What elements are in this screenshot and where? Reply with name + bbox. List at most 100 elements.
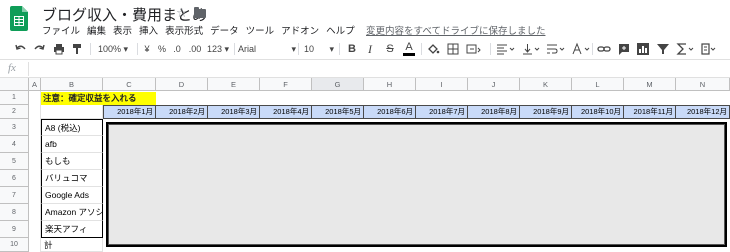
undo-icon[interactable] — [14, 42, 28, 56]
chart-icon[interactable] — [636, 42, 650, 56]
column-header-n[interactable]: N — [676, 78, 730, 91]
percent-button[interactable]: % — [157, 42, 167, 56]
row-header-2[interactable]: 2 — [0, 105, 29, 119]
row-label-cell[interactable]: Amazon アソシ — [41, 204, 103, 221]
menu-tools[interactable]: ツール — [246, 23, 275, 37]
row-header-3[interactable]: 3 — [0, 119, 29, 136]
column-header-a[interactable]: A — [29, 78, 41, 91]
column-header-j[interactable]: J — [468, 78, 520, 91]
increase-decimal-button[interactable]: .00 — [187, 42, 203, 56]
bold-button[interactable]: B — [346, 42, 358, 56]
zoom-value: 100% — [97, 44, 121, 54]
toolbar-divider — [90, 43, 91, 55]
column-header-h[interactable]: H — [364, 78, 416, 91]
note-cell[interactable]: 注意：確定収益を入れる — [41, 92, 156, 105]
menu-bar: ファイル 編集 表示 挿入 表示形式 データ ツール アドオン ヘルプ — [42, 23, 362, 37]
merge-cells-icon[interactable] — [466, 42, 482, 56]
month-header-cell[interactable]: 2018年3月 — [208, 105, 260, 119]
menu-format[interactable]: 表示形式 — [165, 23, 203, 37]
comment-icon[interactable] — [617, 42, 631, 56]
row-label-cell[interactable]: もしも — [41, 153, 103, 170]
total-label-cell[interactable]: 計 — [41, 238, 103, 252]
month-header-cell[interactable]: 2018年8月 — [468, 105, 520, 119]
row-header-1[interactable]: 1 — [0, 91, 29, 105]
paint-format-icon[interactable] — [70, 42, 84, 56]
month-header-cell[interactable]: 2018年1月 — [103, 105, 156, 119]
redo-icon[interactable] — [32, 42, 46, 56]
month-header-cell[interactable]: 2018年10月 — [572, 105, 624, 119]
vertical-align-icon[interactable] — [521, 42, 541, 56]
more-formats-button[interactable]: 123 ▾ — [206, 42, 230, 56]
fx-label: fx — [8, 62, 16, 74]
row-label-cell[interactable]: A8 (税込) — [41, 119, 103, 136]
menu-addons[interactable]: アドオン — [281, 23, 319, 37]
column-header-l[interactable]: L — [572, 78, 624, 91]
column-header-e[interactable]: E — [208, 78, 260, 91]
filter-icon[interactable] — [656, 42, 670, 56]
text-wrap-icon[interactable] — [546, 42, 566, 56]
month-header-cell[interactable]: 2018年2月 — [156, 105, 208, 119]
print-icon[interactable] — [52, 42, 66, 56]
month-header-cell[interactable]: 2018年11月 — [624, 105, 676, 119]
month-header-cell[interactable]: 2018年5月 — [312, 105, 364, 119]
column-header-d[interactable]: D — [156, 78, 208, 91]
column-header-g[interactable]: G — [312, 78, 364, 91]
row-header-4[interactable]: 4 — [0, 136, 29, 153]
link-icon[interactable] — [597, 42, 611, 56]
row-label-cell[interactable]: バリュコマ — [41, 170, 103, 187]
row-label-cell[interactable]: Google Ads — [41, 187, 103, 204]
row-label-cell[interactable]: afb — [41, 136, 103, 153]
row-label-cell[interactable]: 楽天アフィ — [41, 221, 103, 238]
row-header-7[interactable]: 7 — [0, 187, 29, 204]
functions-icon[interactable] — [676, 42, 696, 56]
header-corner-cell[interactable] — [41, 105, 103, 119]
borders-icon[interactable] — [446, 42, 460, 56]
menu-help[interactable]: ヘルプ — [326, 23, 355, 37]
menu-file[interactable]: ファイル — [42, 23, 80, 37]
toolbar: 100% ▾ ¥ % .0 .00 123 ▾ Arial ▾ 10 ▾ B I… — [0, 38, 730, 60]
toolbar-divider — [592, 43, 593, 55]
input-tools-icon[interactable] — [701, 42, 717, 56]
text-color-button[interactable]: A — [403, 42, 415, 56]
month-header-cell[interactable]: 2018年9月 — [520, 105, 572, 119]
strikethrough-button[interactable]: S — [384, 42, 396, 56]
star-icon[interactable]: ☆ — [176, 5, 188, 21]
fill-color-icon[interactable] — [426, 42, 440, 56]
currency-button[interactable]: ¥ — [142, 42, 152, 56]
menu-edit[interactable]: 編集 — [87, 23, 106, 37]
font-select[interactable]: Arial ▾ — [238, 42, 296, 56]
font-value: Arial — [238, 44, 257, 54]
row-header-9[interactable]: 9 — [0, 221, 29, 238]
column-header-i[interactable]: I — [416, 78, 468, 91]
toolbar-divider — [339, 43, 340, 55]
row-header-5[interactable]: 5 — [0, 153, 29, 170]
sheets-logo-icon[interactable] — [10, 6, 28, 31]
row-header-10[interactable]: 10 — [0, 238, 29, 252]
formula-bar[interactable]: fx — [0, 60, 730, 78]
row-header-8[interactable]: 8 — [0, 204, 29, 221]
column-header-k[interactable]: K — [520, 78, 572, 91]
menu-view[interactable]: 表示 — [113, 23, 132, 37]
month-header-cell[interactable]: 2018年12月 — [676, 105, 730, 119]
column-header-m[interactable]: M — [624, 78, 676, 91]
select-all-corner[interactable] — [0, 78, 29, 91]
italic-button[interactable]: I — [364, 42, 376, 56]
save-status[interactable]: 変更内容をすべてドライブに保存しました — [366, 23, 545, 37]
menu-insert[interactable]: 挿入 — [139, 23, 158, 37]
zoom-select[interactable]: 100% ▾ — [96, 42, 130, 56]
column-header-c[interactable]: C — [103, 78, 156, 91]
column-a-cells[interactable] — [29, 91, 41, 252]
menu-data[interactable]: データ — [210, 23, 239, 37]
decrease-decimal-button[interactable]: .0 — [171, 42, 183, 56]
column-header-b[interactable]: B — [41, 78, 103, 91]
month-header-cell[interactable]: 2018年6月 — [364, 105, 416, 119]
text-rotation-icon[interactable] — [571, 42, 591, 56]
horizontal-align-icon[interactable] — [496, 42, 516, 56]
formula-bar-divider — [28, 62, 29, 76]
month-header-cell[interactable]: 2018年7月 — [416, 105, 468, 119]
column-header-f[interactable]: F — [260, 78, 312, 91]
folder-icon[interactable] — [194, 7, 206, 18]
row-header-6[interactable]: 6 — [0, 170, 29, 187]
month-header-cell[interactable]: 2018年4月 — [260, 105, 312, 119]
font-size-select[interactable]: 10 ▾ — [304, 42, 334, 56]
